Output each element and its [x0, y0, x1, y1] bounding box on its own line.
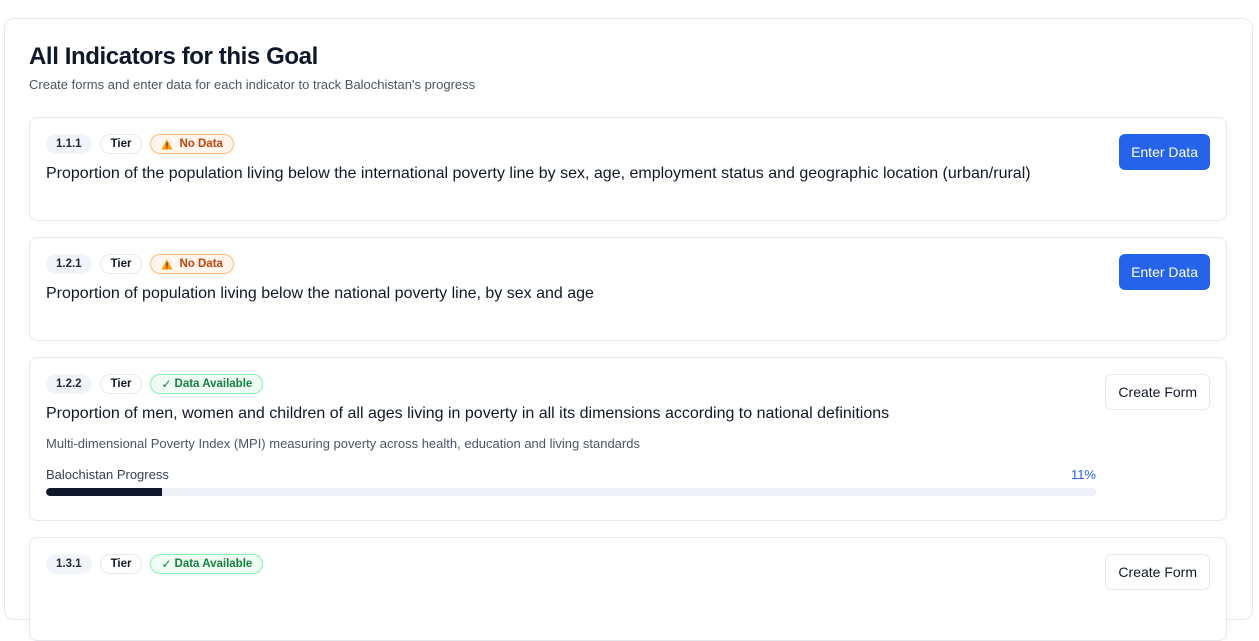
status-badge: ✓ Data Available — [150, 554, 264, 574]
enter-data-button[interactable]: Enter Data — [1119, 254, 1210, 290]
indicator-card-1-2-1: 1.2.1 Tier No Data Proportion of populat… — [29, 237, 1227, 341]
progress-bar — [46, 488, 1096, 496]
indicator-card-1-2-2: 1.2.2 Tier ✓ Data Available Proportion o… — [29, 357, 1227, 521]
section-subtitle: Create forms and enter data for each ind… — [29, 77, 476, 92]
tier-badge: Tier — [99, 374, 143, 394]
indicator-id-badge: 1.2.2 — [46, 374, 92, 394]
section-title: All Indicators for this Goal — [29, 43, 318, 70]
create-form-button[interactable]: Create Form — [1105, 554, 1210, 590]
tier-badge: Tier — [99, 254, 143, 274]
indicator-card-1-1-1: 1.1.1 Tier No Data Proportion of the pop… — [29, 117, 1227, 221]
status-badge-label: Data Available — [174, 558, 253, 570]
check-icon: ✓ — [161, 557, 172, 571]
create-form-button[interactable]: Create Form — [1105, 374, 1210, 410]
indicator-description: Multi-dimensional Poverty Index (MPI) me… — [46, 436, 640, 451]
status-badge-label: Data Available — [174, 378, 253, 390]
check-icon: ✓ — [161, 377, 172, 391]
indicator-title: Proportion of the population living belo… — [46, 165, 1031, 182]
indicators-panel: All Indicators for this Goal Create form… — [4, 18, 1253, 641]
indicator-id-badge: 1.3.1 — [46, 554, 92, 574]
indicator-badges: 1.3.1 Tier ✓ Data Available — [46, 554, 264, 574]
warning-icon — [161, 139, 174, 149]
indicator-card-1-3-1: 1.3.1 Tier ✓ Data Available Create Form — [29, 537, 1227, 641]
indicator-id-badge: 1.2.1 — [46, 254, 92, 274]
tier-badge: Tier — [99, 554, 143, 574]
indicator-badges: 1.1.1 Tier No Data — [46, 134, 234, 154]
enter-data-button[interactable]: Enter Data — [1119, 134, 1210, 170]
progress-value: 11% — [1070, 467, 1096, 482]
indicator-badges: 1.2.2 Tier ✓ Data Available — [46, 374, 264, 394]
status-badge: No Data — [150, 254, 234, 274]
tier-badge: Tier — [99, 134, 143, 154]
indicator-id-badge: 1.1.1 — [46, 134, 92, 154]
indicator-title: Proportion of men, women and children of… — [46, 405, 890, 422]
warning-icon — [161, 259, 174, 269]
status-badge: ✓ Data Available — [150, 374, 264, 394]
progress-label: Balochistan Progress — [46, 467, 169, 482]
progress-bar-fill — [46, 488, 162, 496]
status-badge-label: No Data — [179, 138, 223, 150]
status-badge-label: No Data — [179, 258, 223, 270]
indicator-title: Proportion of population living below th… — [46, 285, 594, 302]
status-badge: No Data — [150, 134, 234, 154]
indicator-badges: 1.2.1 Tier No Data — [46, 254, 234, 274]
